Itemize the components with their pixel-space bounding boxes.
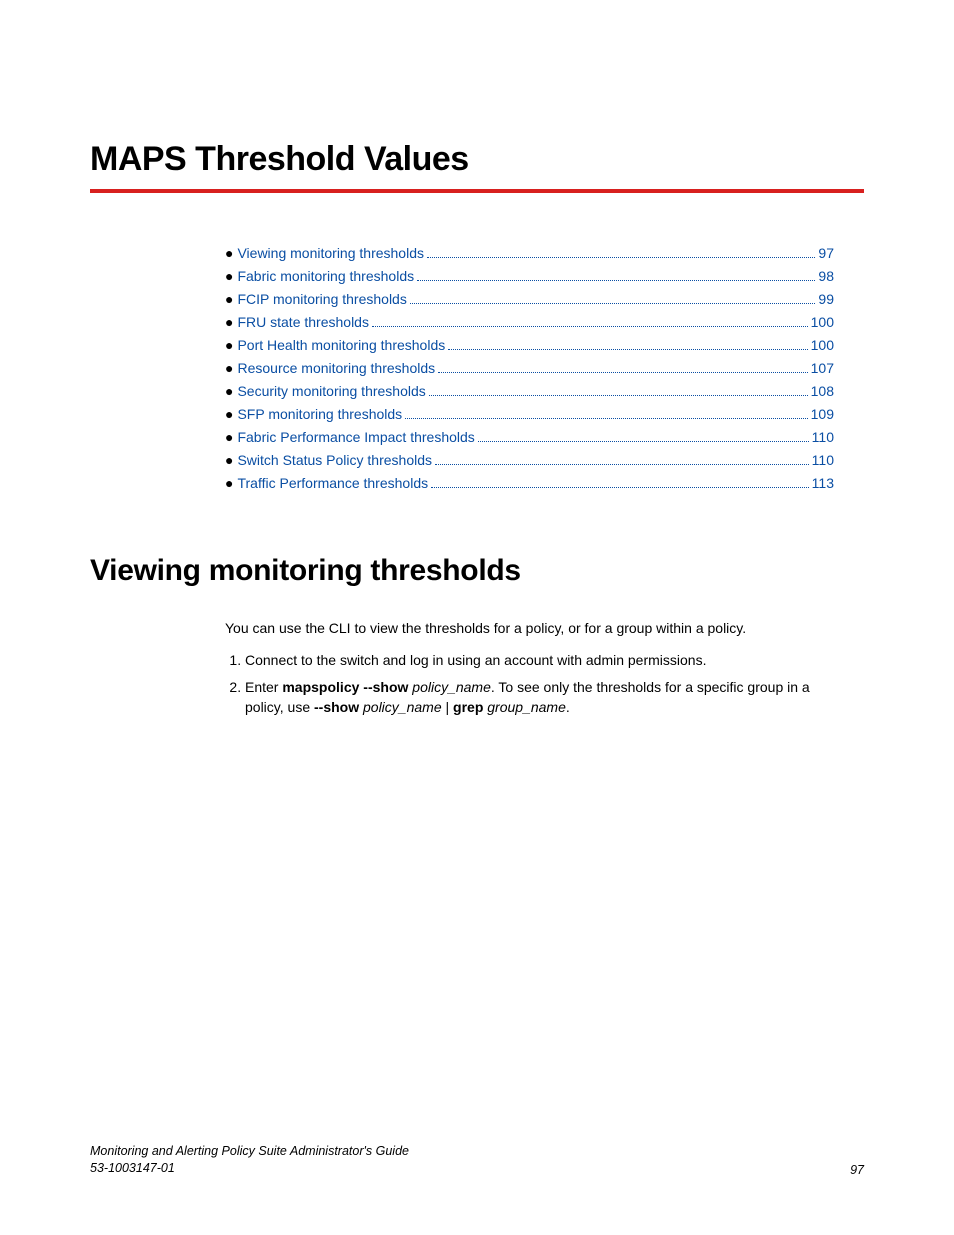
toc-leader — [427, 245, 815, 258]
argument-text: group_name — [487, 699, 566, 715]
toc-link[interactable]: Viewing monitoring thresholds — [237, 243, 424, 264]
argument-text: policy_name — [363, 699, 442, 715]
section-body: You can use the CLI to view the threshol… — [225, 618, 834, 717]
table-of-contents: ● Viewing monitoring thresholds 97 ● Fab… — [225, 243, 834, 494]
bullet-icon: ● — [225, 381, 233, 402]
toc-leader — [372, 314, 808, 327]
bullet-icon: ● — [225, 427, 233, 448]
command-text: --show — [314, 699, 359, 715]
page-content: MAPS Threshold Values ● Viewing monitori… — [0, 0, 954, 717]
toc-leader — [478, 429, 809, 442]
step-item: Enter mapspolicy --show policy_name. To … — [245, 677, 834, 718]
toc-page-link[interactable]: 99 — [818, 289, 834, 310]
toc-leader — [405, 406, 807, 419]
bullet-icon: ● — [225, 289, 233, 310]
bullet-icon: ● — [225, 266, 233, 287]
toc-entry: ● Traffic Performance thresholds 113 — [225, 473, 834, 494]
bullet-icon: ● — [225, 404, 233, 425]
toc-link[interactable]: Traffic Performance thresholds — [237, 473, 428, 494]
bullet-icon: ● — [225, 473, 233, 494]
toc-leader — [410, 291, 816, 304]
toc-page-link[interactable]: 109 — [811, 404, 834, 425]
toc-page-link[interactable]: 100 — [811, 312, 834, 333]
toc-link[interactable]: Switch Status Policy thresholds — [237, 450, 432, 471]
toc-link[interactable]: Port Health monitoring thresholds — [237, 335, 445, 356]
toc-entry: ● Viewing monitoring thresholds 97 — [225, 243, 834, 264]
toc-leader — [417, 268, 815, 281]
step-text: Enter — [245, 679, 282, 695]
toc-entry: ● Security monitoring thresholds 108 — [225, 381, 834, 402]
chapter-title: MAPS Threshold Values — [90, 140, 864, 179]
footer-page-number: 97 — [850, 1163, 864, 1177]
toc-entry: ● Fabric Performance Impact thresholds 1… — [225, 427, 834, 448]
bullet-icon: ● — [225, 450, 233, 471]
toc-entry: ● Fabric monitoring thresholds 98 — [225, 266, 834, 287]
intro-paragraph: You can use the CLI to view the threshol… — [225, 618, 834, 638]
toc-link[interactable]: FRU state thresholds — [237, 312, 369, 333]
command-text: grep — [453, 699, 483, 715]
toc-leader — [448, 337, 807, 350]
toc-entry: ● SFP monitoring thresholds 109 — [225, 404, 834, 425]
toc-entry: ● Switch Status Policy thresholds 110 — [225, 450, 834, 471]
toc-link[interactable]: Fabric monitoring thresholds — [237, 266, 414, 287]
toc-link[interactable]: SFP monitoring thresholds — [237, 404, 402, 425]
toc-link[interactable]: FCIP monitoring thresholds — [237, 289, 406, 310]
step-item: Connect to the switch and log in using a… — [245, 650, 834, 670]
toc-page-link[interactable]: 98 — [818, 266, 834, 287]
footer-doc-number: 53-1003147-01 — [90, 1160, 409, 1177]
steps-list: Connect to the switch and log in using a… — [225, 650, 834, 717]
toc-leader — [435, 452, 809, 465]
toc-entry: ● FRU state thresholds 100 — [225, 312, 834, 333]
toc-link[interactable]: Security monitoring thresholds — [237, 381, 425, 402]
toc-leader — [438, 360, 808, 373]
toc-link[interactable]: Fabric Performance Impact thresholds — [237, 427, 474, 448]
title-rule — [90, 189, 864, 193]
bullet-icon: ● — [225, 243, 233, 264]
toc-leader — [431, 475, 809, 488]
toc-leader — [429, 383, 808, 396]
bullet-icon: ● — [225, 312, 233, 333]
toc-page-link[interactable]: 107 — [811, 358, 834, 379]
command-text: mapspolicy --show — [282, 679, 408, 695]
argument-text: policy_name — [412, 679, 491, 695]
toc-page-link[interactable]: 110 — [812, 450, 834, 471]
toc-page-link[interactable]: 97 — [818, 243, 834, 264]
step-text: | — [442, 699, 453, 715]
bullet-icon: ● — [225, 358, 233, 379]
toc-page-link[interactable]: 108 — [811, 381, 834, 402]
step-text: . — [566, 699, 570, 715]
toc-link[interactable]: Resource monitoring thresholds — [237, 358, 435, 379]
section-title: Viewing monitoring thresholds — [90, 554, 864, 588]
toc-page-link[interactable]: 113 — [812, 473, 834, 494]
footer-doc-title: Monitoring and Alerting Policy Suite Adm… — [90, 1143, 409, 1160]
toc-entry: ● Port Health monitoring thresholds 100 — [225, 335, 834, 356]
toc-entry: ● FCIP monitoring thresholds 99 — [225, 289, 834, 310]
toc-page-link[interactable]: 110 — [812, 427, 834, 448]
footer-left: Monitoring and Alerting Policy Suite Adm… — [90, 1143, 409, 1177]
toc-page-link[interactable]: 100 — [811, 335, 834, 356]
bullet-icon: ● — [225, 335, 233, 356]
toc-entry: ● Resource monitoring thresholds 107 — [225, 358, 834, 379]
page-footer: Monitoring and Alerting Policy Suite Adm… — [90, 1143, 864, 1177]
